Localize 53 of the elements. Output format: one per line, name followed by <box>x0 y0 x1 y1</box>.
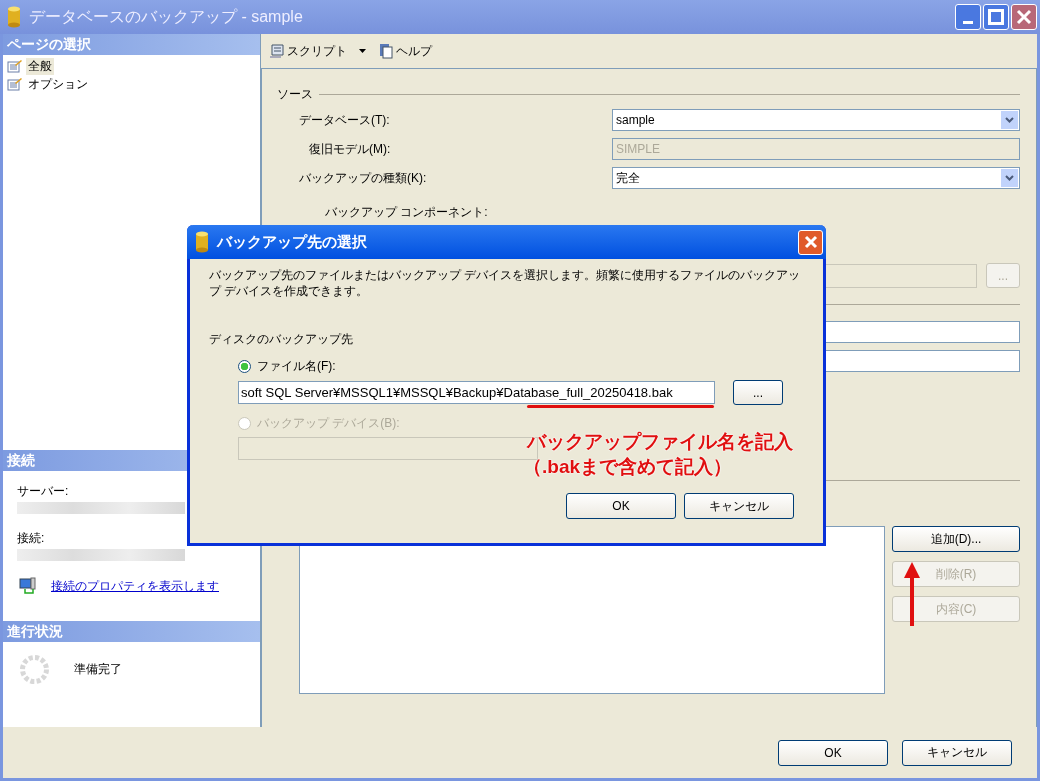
connection-properties-link[interactable]: 接続のプロパティを表示します <box>51 577 219 595</box>
radio-label: ファイル名(F): <box>257 357 336 375</box>
field-label: データベース(T): <box>298 111 391 129</box>
maximize-button[interactable] <box>983 4 1009 30</box>
status-text: 準備完了 <box>74 661 122 678</box>
page-list-item[interactable]: オプション <box>26 75 90 93</box>
cancel-button[interactable]: キャンセル <box>684 493 794 519</box>
database-icon <box>7 6 21 28</box>
server-label: サーバー: <box>17 483 70 500</box>
document-icon <box>378 43 394 59</box>
minimize-button[interactable] <box>955 4 981 30</box>
close-button[interactable] <box>1011 4 1037 30</box>
browse-button[interactable]: ... <box>733 380 783 405</box>
cancel-button[interactable]: キャンセル <box>902 739 1012 766</box>
radio-label: バックアップ デバイス(B): <box>257 414 400 432</box>
file-path-field[interactable]: soft SQL Server¥MSSQL1¥MSSQL¥Backup¥Database_full_20250418.bak <box>238 381 715 404</box>
minimize-icon <box>963 20 973 24</box>
panel-header: 進行状況 <box>3 621 260 642</box>
connection-label: 接続: <box>17 530 46 547</box>
dropdown-field[interactable]: 完全 <box>612 167 1020 189</box>
page-icon <box>7 59 23 73</box>
dialog-description: バックアップ先のファイルまたはバックアップ デバイスを選択します。頻繁に使用するファイルのバックアップ デバイスを作成できます。 <box>209 267 802 299</box>
scroll-icon <box>269 43 285 59</box>
window-title: データベースのバックアップ - sample <box>29 6 304 27</box>
close-icon <box>1016 9 1032 25</box>
radio-button[interactable] <box>238 359 251 373</box>
dropdown-arrow-icon[interactable] <box>359 49 366 53</box>
script-button[interactable]: スクリプト <box>267 40 349 62</box>
help-button[interactable]: ヘルプ <box>376 40 434 62</box>
group-label: ディスクのバックアップ先 <box>209 331 354 348</box>
page-icon <box>7 77 23 91</box>
computer-icon <box>19 577 37 595</box>
panel-header: ページの選択 <box>3 34 260 55</box>
chevron-down-icon <box>1005 175 1014 181</box>
spinner-icon <box>19 654 50 685</box>
field-label: バックアップの種類(K): <box>298 169 428 187</box>
close-icon <box>803 235 818 249</box>
dialog-title: バックアップ先の選択 <box>217 232 368 252</box>
readonly-field: SIMPLE <box>612 138 1020 160</box>
field-label: バックアップ コンポーネント: <box>325 204 489 221</box>
annotation-text: バックアップファイル名を記入 （.bakまで含めて記入） <box>527 430 793 479</box>
ok-button[interactable]: OK <box>566 493 676 519</box>
group-legend: ソース <box>277 85 313 103</box>
destination-button[interactable]: 追加(D)... <box>892 526 1020 552</box>
database-icon <box>195 231 209 253</box>
page-list-item[interactable]: 全般 <box>26 57 54 75</box>
arrow-icon <box>904 562 920 626</box>
chevron-down-icon <box>1005 117 1014 123</box>
ok-button[interactable]: OK <box>778 739 888 766</box>
maximize-icon <box>988 9 1004 25</box>
close-button[interactable] <box>798 229 823 255</box>
field-label: 復旧モデル(M): <box>308 140 392 158</box>
dropdown-field[interactable]: sample <box>612 109 1020 131</box>
